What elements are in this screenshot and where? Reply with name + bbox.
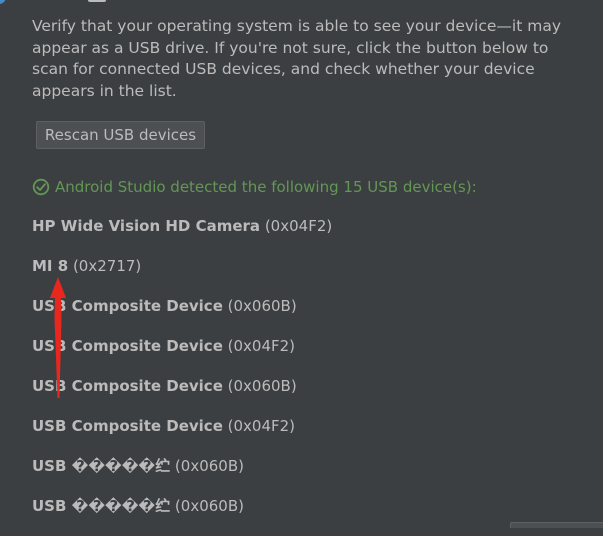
device-item: HP Wide Vision HD Camera (0x04F2): [32, 216, 592, 256]
clipped-title-bar: [0, 0, 603, 4]
rescan-usb-devices-button[interactable]: Rescan USB devices: [36, 121, 205, 149]
clipped-title-glyph: [88, 0, 106, 2]
device-vendor-id: (0x060B): [227, 297, 297, 315]
device-name: USB �����纻: [32, 457, 171, 475]
device-item: MI 8 (0x2717): [32, 256, 592, 296]
detection-status-text: Android Studio detected the following 15…: [55, 178, 477, 196]
device-item: USB Composite Device (0x060B): [32, 376, 592, 416]
device-name: USB Composite Device: [32, 417, 223, 435]
device-name: MI 8: [32, 257, 69, 275]
device-item: USB �����纻 (0x060B): [32, 496, 592, 536]
device-name: USB Composite Device: [32, 377, 223, 395]
device-item: USB Composite Device (0x04F2): [32, 416, 592, 456]
usb-device-list: HP Wide Vision HD Camera (0x04F2) MI 8 (…: [32, 216, 592, 536]
dialog-button-partial[interactable]: [510, 522, 603, 528]
device-name: USB Composite Device: [32, 297, 223, 315]
device-vendor-id: (0x060B): [174, 457, 244, 475]
device-name: USB Composite Device: [32, 337, 223, 355]
device-name: HP Wide Vision HD Camera: [32, 217, 261, 235]
device-vendor-id: (0x060B): [227, 377, 297, 395]
device-vendor-id: (0x060B): [174, 497, 244, 515]
device-vendor-id: (0x04F2): [264, 217, 333, 235]
device-vendor-id: (0x2717): [72, 257, 142, 275]
device-name: USB �����纻: [32, 497, 171, 515]
device-item: USB Composite Device (0x04F2): [32, 336, 592, 376]
device-item: USB Composite Device (0x060B): [32, 296, 592, 336]
device-item: USB �����纻 (0x060B): [32, 456, 592, 496]
device-vendor-id: (0x04F2): [227, 417, 296, 435]
device-vendor-id: (0x04F2): [227, 337, 296, 355]
check-circle-icon: [32, 178, 50, 196]
detection-status: Android Studio detected the following 15…: [32, 176, 477, 198]
info-icon: [0, 0, 6, 4]
instructions-text: Verify that your operating system is abl…: [32, 17, 561, 100]
